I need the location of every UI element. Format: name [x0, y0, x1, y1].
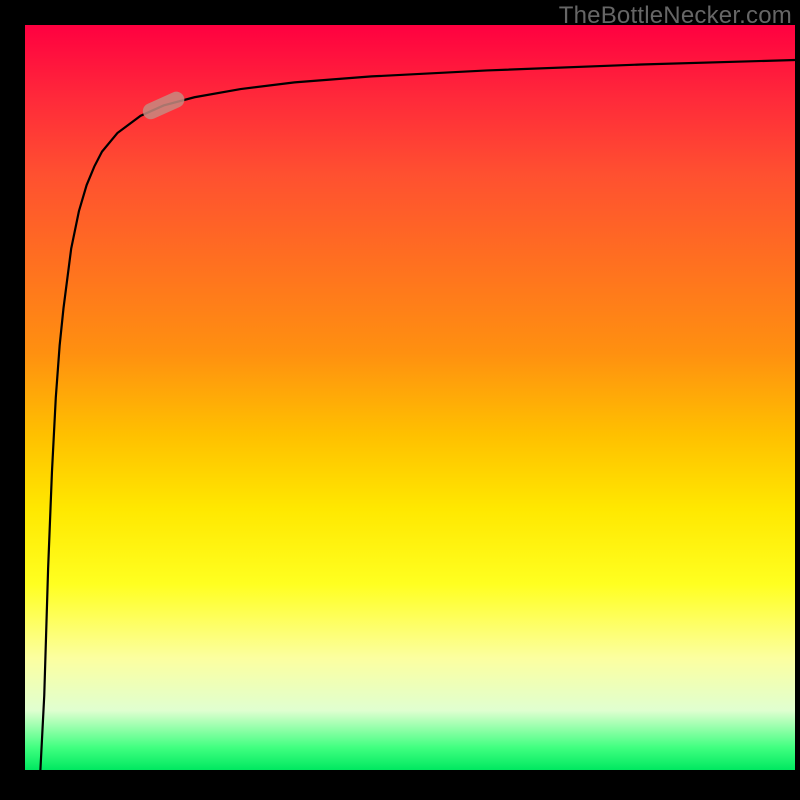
attribution-text: TheBottleNecker.com: [559, 2, 792, 30]
chart-container: TheBottleNecker.com: [0, 0, 800, 800]
plot-gradient-background: [25, 25, 795, 770]
